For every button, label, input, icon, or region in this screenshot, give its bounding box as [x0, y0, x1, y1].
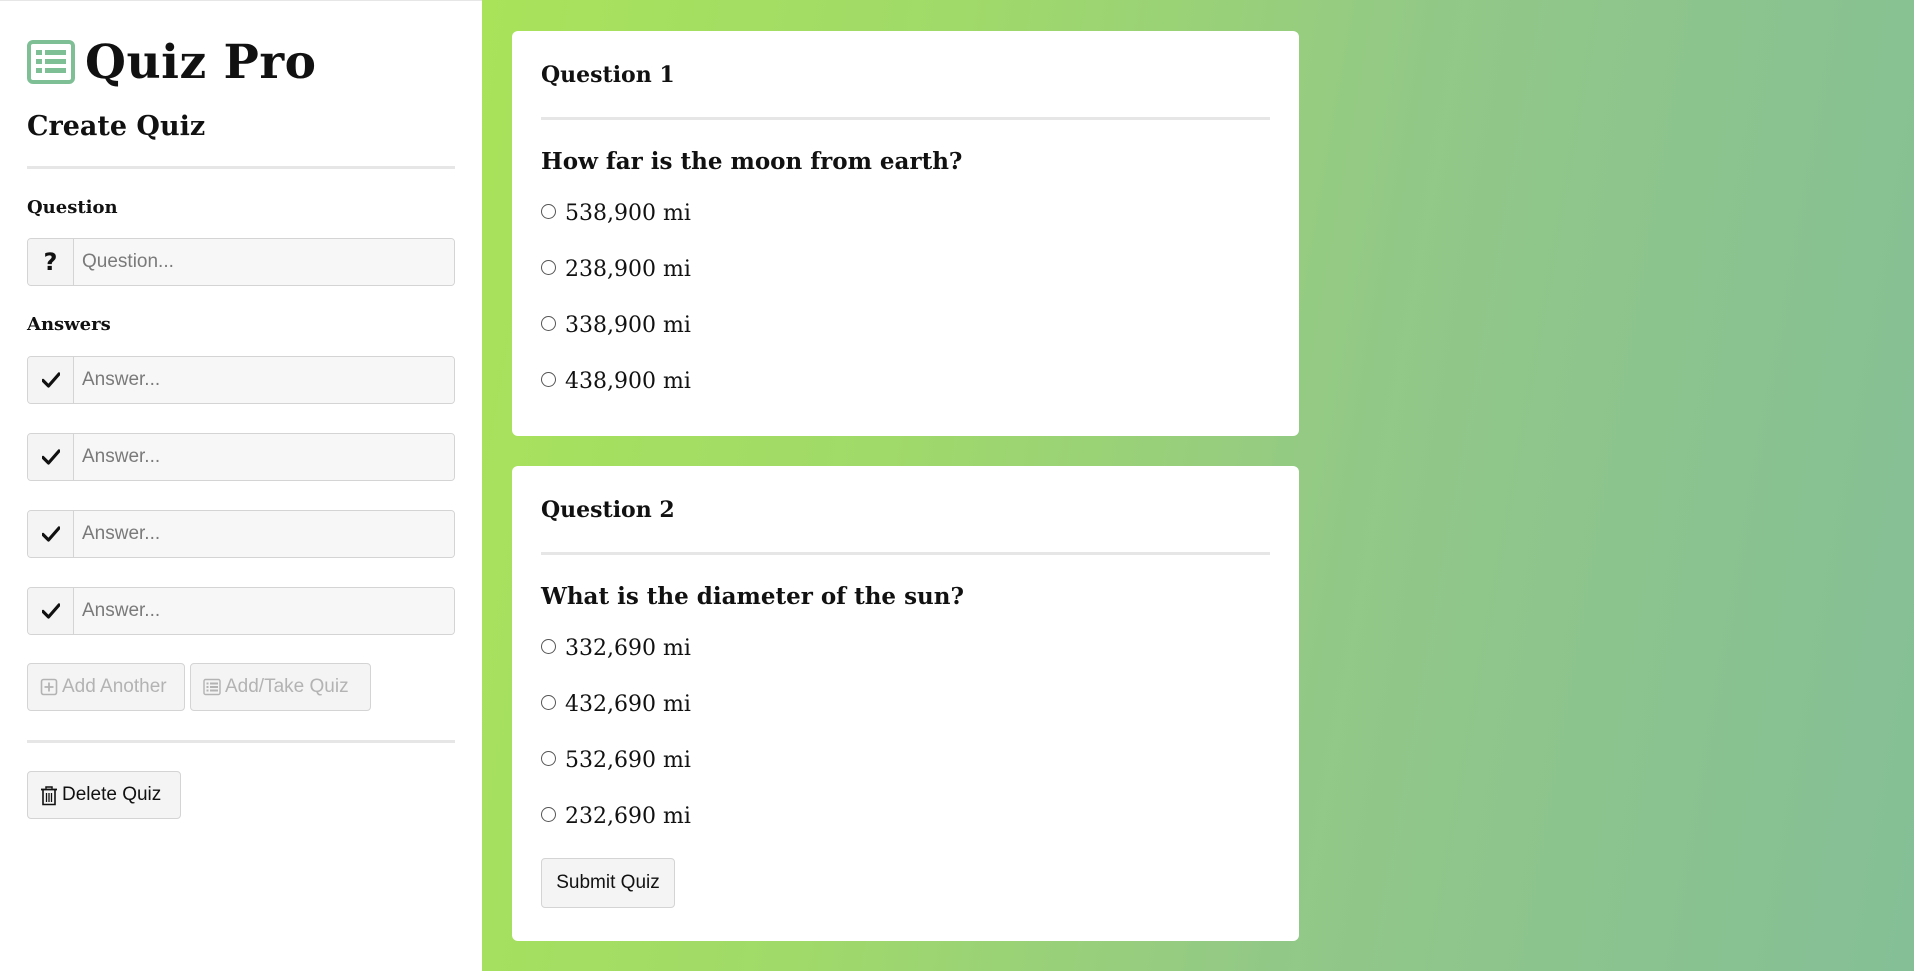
answer-input[interactable] — [74, 588, 454, 634]
checkmark-icon[interactable] — [28, 588, 74, 634]
sidebar: Quiz Pro Create Quiz Question ? Answers — [0, 0, 482, 971]
checkmark-icon[interactable] — [28, 511, 74, 557]
radio-button[interactable] — [541, 806, 556, 822]
answer-input-group — [27, 510, 455, 558]
radio-button[interactable] — [541, 638, 556, 654]
answer-option[interactable]: 338,900 mi — [541, 311, 1270, 339]
answer-input-group — [27, 356, 455, 404]
add-another-label: Add Another — [62, 676, 167, 697]
plus-square-icon — [40, 678, 58, 696]
answer-input-group — [27, 587, 455, 635]
answer-input[interactable] — [74, 511, 454, 557]
divider — [541, 552, 1270, 555]
answer-option-label: 538,900 mi — [565, 200, 691, 226]
checkmark-icon[interactable] — [28, 357, 74, 403]
trash-icon — [40, 786, 58, 806]
answer-option-label: 438,900 mi — [565, 368, 691, 394]
question-card-title: Question 2 — [541, 497, 675, 523]
question-card-title: Question 1 — [541, 62, 675, 88]
divider — [27, 166, 455, 169]
divider — [27, 740, 455, 743]
answer-input[interactable] — [74, 434, 454, 480]
add-another-button[interactable]: Add Another — [27, 663, 185, 711]
answer-option[interactable]: 438,900 mi — [541, 367, 1270, 395]
question-text: What is the diameter of the sun? — [541, 583, 964, 610]
app-title: Quiz Pro — [85, 34, 317, 90]
answer-option-label: 432,690 mi — [565, 691, 691, 717]
brand: Quiz Pro — [27, 35, 455, 89]
answer-option[interactable]: 532,690 mi — [541, 746, 1270, 774]
question-text: How far is the moon from earth? — [541, 148, 963, 175]
answer-input-group — [27, 433, 455, 481]
list-icon — [203, 678, 221, 696]
list-icon — [27, 40, 75, 84]
radio-button[interactable] — [541, 750, 556, 766]
add-take-quiz-label: Add/Take Quiz — [225, 676, 349, 697]
radio-button[interactable] — [541, 203, 556, 219]
add-take-quiz-button[interactable]: Add/Take Quiz — [190, 663, 371, 711]
submit-quiz-button[interactable]: Submit Quiz — [541, 858, 675, 908]
answer-option-label: 338,900 mi — [565, 312, 691, 338]
answer-option[interactable]: 332,690 mi — [541, 634, 1270, 662]
delete-quiz-button[interactable]: Delete Quiz — [27, 771, 181, 819]
create-actions: Add Another Add/Take Quiz — [27, 663, 455, 711]
checkmark-icon[interactable] — [28, 434, 74, 480]
question-card: Question 1 How far is the moon from eart… — [512, 31, 1299, 436]
answer-input[interactable] — [74, 357, 454, 403]
question-input[interactable] — [74, 239, 454, 285]
answer-option[interactable]: 232,690 mi — [541, 802, 1270, 830]
radio-button[interactable] — [541, 315, 556, 331]
radio-button[interactable] — [541, 259, 556, 275]
answer-option[interactable]: 538,900 mi — [541, 199, 1270, 227]
answer-option-label: 532,690 mi — [565, 747, 691, 773]
answer-option-label: 332,690 mi — [565, 635, 691, 661]
question-card: Question 2 What is the diameter of the s… — [512, 466, 1299, 941]
answer-option-label: 232,690 mi — [565, 803, 691, 829]
question-label: Question — [27, 197, 118, 218]
divider — [541, 117, 1270, 120]
answer-option[interactable]: 432,690 mi — [541, 690, 1270, 718]
question-input-group: ? — [27, 238, 455, 286]
delete-quiz-label: Delete Quiz — [62, 784, 162, 805]
answer-option-label: 238,900 mi — [565, 256, 691, 282]
question-mark-icon: ? — [28, 239, 74, 285]
answer-option[interactable]: 238,900 mi — [541, 255, 1270, 283]
answers-label: Answers — [27, 314, 111, 335]
app: Quiz Pro Create Quiz Question ? Answers — [0, 0, 1914, 971]
radio-button[interactable] — [541, 371, 556, 387]
quiz-panel: Question 1 How far is the moon from eart… — [482, 0, 1914, 971]
create-quiz-heading: Create Quiz — [27, 111, 206, 142]
radio-button[interactable] — [541, 694, 556, 710]
